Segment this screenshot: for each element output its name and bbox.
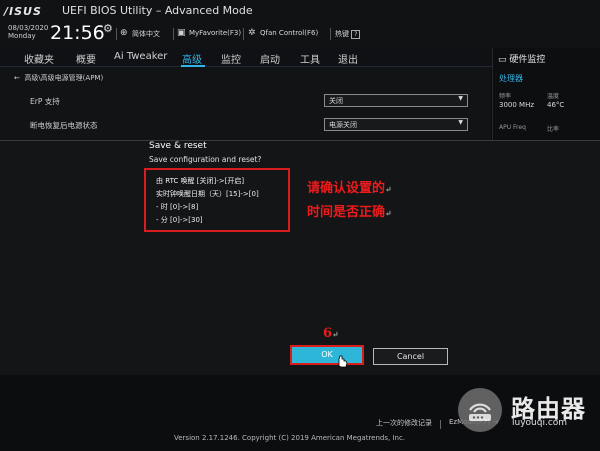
freq-label: 频率 (499, 93, 512, 100)
language-button[interactable]: 简体中文 (132, 29, 160, 39)
dialog-subtitle: Save configuration and reset? (149, 155, 262, 164)
hardware-monitor-title: ▭ 硬件监控 (498, 52, 545, 65)
change-item: - 分 [0]->[30] (156, 216, 203, 224)
menu-monitor[interactable]: 监控 (221, 51, 241, 66)
watermark-url: luyouqi.com (512, 418, 568, 428)
asus-logo: /ISUS (4, 5, 42, 18)
last-modified-button[interactable]: 上一次的修改记录 (376, 418, 432, 428)
breadcrumb-text: 高级\高级电源管理(APM) (24, 74, 104, 82)
menu-boot[interactable]: 启动 (260, 51, 280, 66)
annotation-note-line2-text: 时间是否正确 (307, 205, 386, 220)
chevron-down-icon: ▼ (458, 119, 463, 126)
qfan-control-button[interactable]: Qfan Control(F6) (260, 29, 318, 37)
back-arrow-icon[interactable]: ← (14, 74, 20, 82)
cpu-section-title: 处理器 (499, 74, 523, 83)
fan-icon[interactable]: ✲ (248, 28, 256, 38)
hotkeys-key: ? (351, 30, 361, 39)
annotation-note-line1-text: 请确认设置的 (307, 181, 386, 196)
step-number-text: 6 (323, 326, 333, 341)
menu-favorites[interactable]: 收藏夹 (24, 51, 54, 66)
save-reset-dialog (0, 140, 600, 376)
hotkeys-label: 热键 (335, 30, 349, 38)
breadcrumb[interactable]: ← 高级\高级电源管理(APM) (14, 73, 103, 83)
erp-support-value: 关闭 (329, 97, 343, 105)
annotation-note-line2: 时间是否正确↵ (307, 201, 392, 220)
header-divider (116, 28, 117, 40)
ok-button[interactable]: OK (290, 345, 364, 365)
favorite-icon[interactable]: ▣ (177, 28, 186, 38)
menu-overview[interactable]: 概要 (76, 51, 96, 66)
erp-support-select[interactable]: 关闭 ▼ (324, 94, 468, 107)
header-divider (243, 28, 244, 40)
hotkeys-button[interactable]: 热键 ? (335, 29, 361, 39)
monitor-icon: ▭ (498, 55, 507, 65)
gear-icon[interactable]: ⚙ (103, 22, 113, 35)
change-item: - 时 [0]->[8] (156, 203, 199, 211)
step-number: 6↵ (323, 326, 339, 341)
footer-divider (440, 420, 441, 429)
return-mark-icon: ↵ (385, 208, 392, 218)
menu-ai-tweaker[interactable]: Ai Tweaker (114, 51, 167, 62)
annotation-note-line1: 请确认设置的↵ (307, 177, 392, 196)
change-item: 实时钟唤醒日期（天）[15]->[0] (156, 190, 259, 198)
header-divider (330, 28, 331, 40)
return-mark-icon: ↵ (385, 184, 392, 194)
version-text: Version 2.17.1246. Copyright (C) 2019 Am… (174, 434, 406, 442)
hardware-monitor-title-text: 硬件监控 (509, 55, 546, 65)
day-text: Monday (8, 32, 36, 40)
chevron-down-icon: ▼ (458, 95, 463, 102)
ratio-label: 比率 (547, 126, 560, 133)
power-restore-value: 电源关闭 (329, 121, 357, 129)
clock: 21:56 (50, 22, 105, 44)
date-display: 08/03/2020 Monday (8, 24, 48, 40)
myfavorite-button[interactable]: MyFavorite(F3) (189, 29, 241, 37)
menu-exit[interactable]: 退出 (338, 51, 358, 66)
menu-tool[interactable]: 工具 (300, 51, 320, 66)
temp-label: 温度 (547, 93, 560, 100)
cancel-button[interactable]: Cancel (373, 348, 448, 365)
power-restore-label: 断电恢复后电源状态 (30, 121, 98, 130)
apu-freq-label: APU Freq (499, 124, 526, 131)
return-mark-icon: ↵ (332, 329, 339, 339)
date-text: 08/03/2020 (8, 24, 49, 32)
router-icon (469, 403, 491, 421)
temp-value: 46°C (547, 101, 565, 109)
dialog-title: Save & reset (149, 141, 207, 151)
change-item: 由 RTC 唤醒 [关闭]->[开启] (156, 177, 245, 185)
power-restore-select[interactable]: 电源关闭 ▼ (324, 118, 468, 131)
globe-icon[interactable]: ⊕ (120, 28, 128, 38)
header-divider (173, 28, 174, 40)
erp-support-label: ErP 支持 (30, 97, 60, 106)
watermark-router-icon (458, 388, 502, 432)
window-title: UEFI BIOS Utility – Advanced Mode (62, 4, 253, 17)
freq-value: 3000 MHz (499, 101, 535, 109)
mouse-pointer-icon (338, 355, 348, 368)
ok-button-label: OK (292, 347, 362, 363)
menu-advanced[interactable]: 高级 (182, 51, 202, 66)
